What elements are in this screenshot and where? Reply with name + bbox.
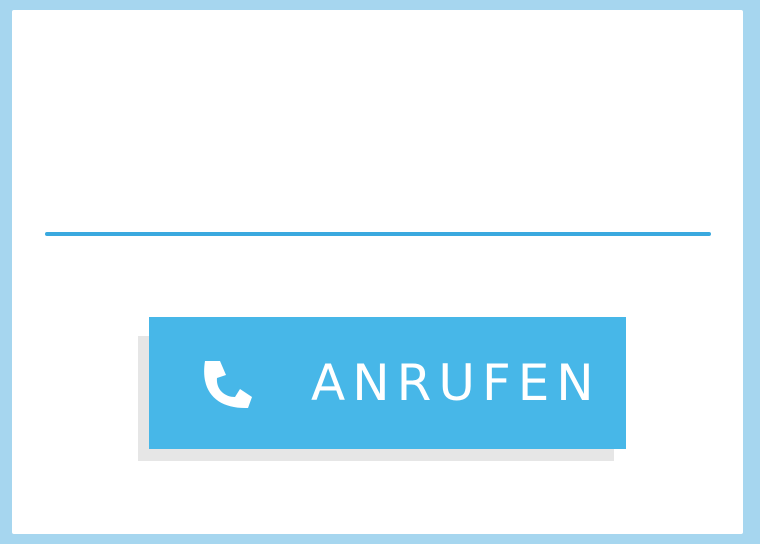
call-button[interactable]: ANRUFEN bbox=[149, 317, 626, 449]
dialog-card: ANRUFEN bbox=[12, 10, 743, 534]
phone-number-input[interactable] bbox=[45, 232, 711, 236]
phone-icon bbox=[204, 361, 252, 409]
call-button-label: ANRUFEN bbox=[311, 354, 601, 412]
